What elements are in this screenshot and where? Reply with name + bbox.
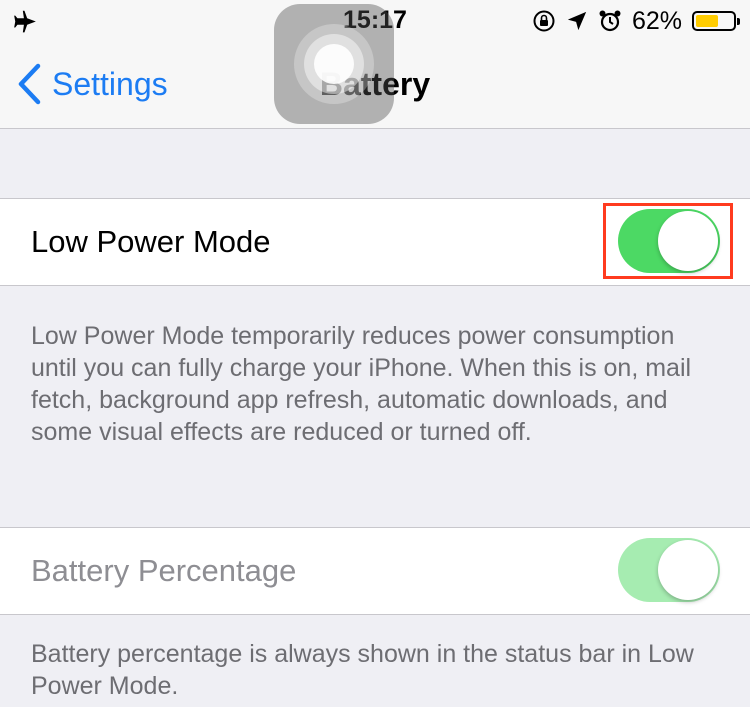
low-power-mode-toggle[interactable]: [618, 209, 720, 273]
battery-level-fill: [696, 15, 719, 27]
location-arrow-icon: [567, 11, 587, 31]
toggle-knob: [658, 540, 718, 600]
battery-percentage-description: Battery percentage is always shown in th…: [31, 640, 694, 700]
battery-icon: [692, 11, 740, 31]
alarm-icon: [599, 10, 621, 32]
battery-percentage-label: Battery Percentage: [31, 553, 297, 588]
low-power-mode-label: Low Power Mode: [31, 224, 271, 259]
toggle-knob: [658, 211, 718, 271]
battery-percent: 62%: [631, 6, 682, 35]
low-power-mode-row: Low Power Mode: [0, 198, 750, 286]
battery-percentage-toggle[interactable]: [618, 538, 720, 602]
assistive-touch-button[interactable]: [274, 4, 394, 124]
battery-percentage-row: Battery Percentage: [0, 527, 750, 615]
rotation-lock-icon: [533, 10, 555, 32]
assistive-touch-center: [314, 44, 354, 84]
low-power-mode-description: Low Power Mode temporarily reduces power…: [31, 322, 692, 446]
status-right-group: 62%: [532, 6, 740, 36]
